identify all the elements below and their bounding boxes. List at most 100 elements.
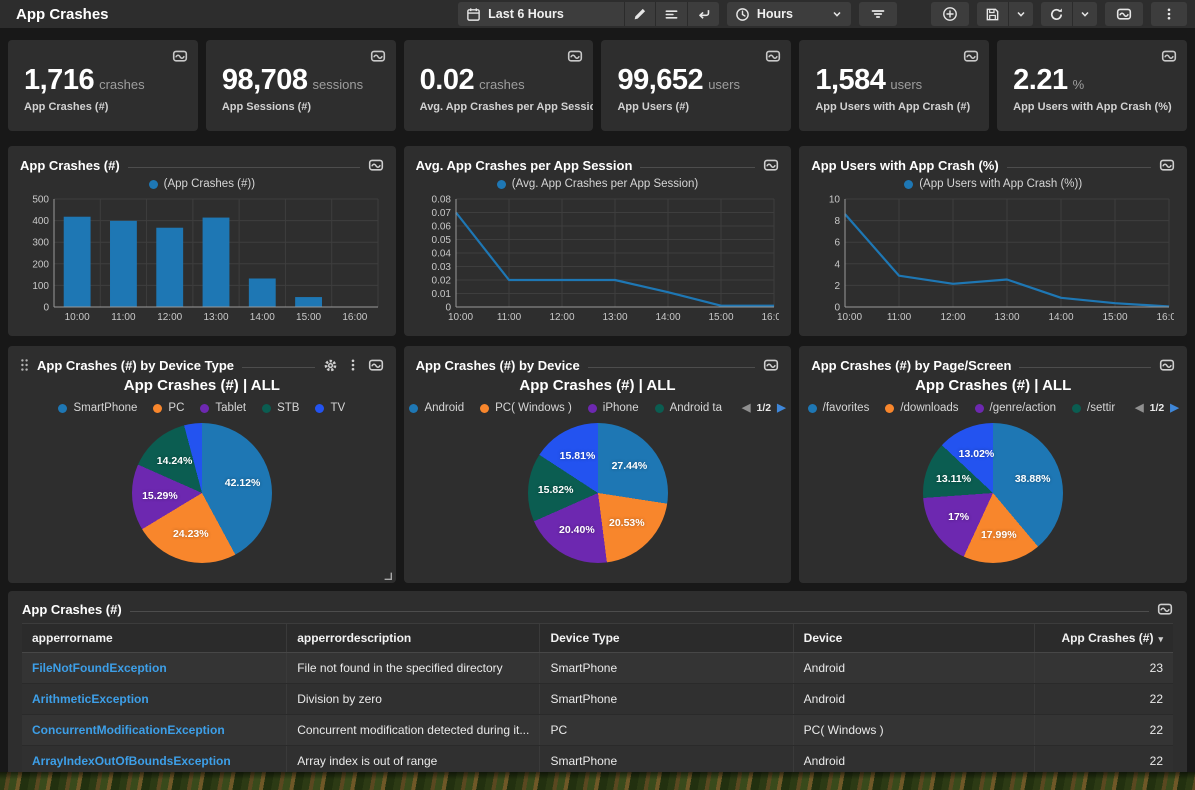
pie-slice-label: 20.53% [609, 517, 645, 529]
svg-text:11:00: 11:00 [887, 312, 912, 323]
open-in-search-icon[interactable] [368, 157, 384, 173]
legend-item[interactable]: (App Users with App Crash (%)) [904, 178, 1082, 190]
refresh-button[interactable] [1041, 2, 1072, 26]
column-header-apperrorname[interactable]: apperrorname [22, 624, 287, 653]
legend-item[interactable]: TV [315, 402, 345, 414]
svg-text:14:00: 14:00 [655, 312, 680, 323]
legend-pager: ◀1/2▶ [1135, 402, 1179, 414]
legend-dot [885, 404, 894, 413]
drag-handle-icon[interactable] [20, 358, 29, 372]
pie-legend: /favorites/downloads/genre/action/settir… [811, 399, 1175, 417]
legend-item[interactable]: Android ta [655, 402, 722, 414]
svg-text:2: 2 [835, 281, 841, 292]
open-in-search-icon[interactable] [963, 48, 979, 64]
sort-desc-icon: ▾ [1158, 634, 1163, 644]
pie-slice-label: 17.99% [981, 529, 1017, 541]
time-range-edit-button[interactable] [625, 2, 655, 26]
pager-prev-arrow[interactable]: ◀ [1135, 403, 1143, 414]
save-options-button[interactable] [1009, 2, 1033, 26]
open-in-search-icon[interactable] [368, 357, 384, 373]
add-panel-button[interactable] [931, 2, 969, 26]
svg-text:15:00: 15:00 [708, 312, 733, 323]
filter-button[interactable] [859, 2, 897, 26]
pie-slice-label: 27.44% [612, 460, 648, 472]
open-in-search-icon[interactable] [1157, 601, 1173, 617]
legend-item[interactable]: /downloads [885, 402, 958, 414]
svg-text:10: 10 [829, 195, 841, 206]
pager-next-arrow[interactable]: ▶ [1170, 403, 1178, 414]
error-name-link[interactable]: FileNotFoundException [22, 653, 287, 684]
legend-item[interactable]: /settir [1072, 402, 1115, 414]
kebab-menu-icon[interactable] [346, 358, 360, 372]
dashboard-canvas: 1,716crashes App Crashes (#) 98,708sessi… [0, 28, 1195, 790]
pie-chart: 38.88%17.99%17%13.11%13.02% [923, 423, 1063, 563]
open-in-search-icon[interactable] [763, 357, 779, 373]
kpi-unit: crashes [479, 77, 525, 92]
granularity-label: Hours [757, 7, 793, 21]
error-name-link[interactable]: ArithmeticException [22, 684, 287, 715]
resize-handle-icon[interactable] [382, 570, 393, 581]
time-range-presets-button[interactable] [656, 2, 687, 26]
pager-prev-arrow[interactable]: ◀ [742, 403, 750, 414]
refresh-options-button[interactable] [1073, 2, 1097, 26]
panel-crash-table: App Crashes (#) apperrornameapperrordesc… [8, 591, 1187, 790]
legend-item[interactable]: /genre/action [975, 402, 1057, 414]
error-name-link[interactable]: ConcurrentModificationException [22, 715, 287, 746]
pager-next-arrow[interactable]: ▶ [777, 403, 785, 414]
legend-item[interactable]: iPhone [588, 402, 639, 414]
legend-label: PC( Windows ) [495, 402, 572, 414]
legend-item[interactable]: SmartPhone [58, 402, 137, 414]
time-range-apply-button[interactable] [688, 2, 719, 26]
kpi-label: App Users with App Crash (#) [815, 101, 973, 113]
svg-text:13:00: 13:00 [602, 312, 627, 323]
title-rule [242, 367, 315, 368]
legend-dot [904, 180, 913, 189]
open-in-search-icon[interactable] [1159, 357, 1175, 373]
svg-text:0.07: 0.07 [431, 208, 451, 219]
column-header-app-crashes[interactable]: App Crashes (#)▾ [1035, 624, 1173, 653]
open-in-search-icon[interactable] [763, 157, 779, 173]
time-range-picker[interactable]: Last 6 Hours [458, 2, 719, 26]
save-button[interactable] [977, 2, 1008, 26]
legend-item[interactable]: STB [262, 402, 299, 414]
panel-users-crash-pct-line: App Users with App Crash (%) (App Users … [799, 146, 1187, 336]
legend-item[interactable]: /favorites [808, 402, 870, 414]
granularity-select[interactable]: Hours [727, 2, 851, 26]
kpi-app-users: 99,652users App Users (#) [601, 40, 791, 131]
more-options-button[interactable] [1151, 2, 1187, 26]
legend-item[interactable]: (Avg. App Crashes per App Session) [497, 178, 698, 190]
column-header-apperrordescription[interactable]: apperrordescription [287, 624, 540, 653]
pie-row: App Crashes (#) by Device Type App Crash… [8, 346, 1187, 583]
legend-label: /genre/action [990, 402, 1057, 414]
open-in-search-icon[interactable] [370, 48, 386, 64]
time-range-value[interactable]: Last 6 Hours [458, 2, 572, 26]
pie-slice-label: 20.40% [559, 524, 595, 536]
export-button[interactable] [1105, 2, 1143, 26]
legend-item[interactable]: PC( Windows ) [480, 402, 572, 414]
legend-label: PC [168, 402, 184, 414]
kpi-unit: % [1073, 77, 1085, 92]
open-in-search-icon[interactable] [1159, 157, 1175, 173]
panel-pie-page-screen: App Crashes (#) by Page/Screen App Crash… [799, 346, 1187, 583]
table-cell: PC( Windows ) [793, 715, 1035, 746]
gear-icon[interactable] [323, 358, 338, 373]
column-header-device-type[interactable]: Device Type [540, 624, 793, 653]
open-in-search-icon[interactable] [1161, 48, 1177, 64]
column-header-device[interactable]: Device [793, 624, 1035, 653]
open-in-search-icon[interactable] [172, 48, 188, 64]
title-rule [130, 611, 1149, 612]
open-in-search-icon[interactable] [765, 48, 781, 64]
panel-title: Avg. App Crashes per App Session [416, 158, 633, 173]
legend-label: /downloads [900, 402, 958, 414]
legend-item[interactable]: PC [153, 402, 184, 414]
legend-item[interactable]: Tablet [200, 402, 246, 414]
pie-slice-label: 42.12% [225, 477, 261, 489]
svg-text:400: 400 [32, 216, 49, 227]
legend-item[interactable]: (App Crashes (#)) [149, 178, 255, 190]
pie-graphic[interactable] [923, 423, 1063, 563]
svg-text:100: 100 [32, 281, 49, 292]
pie-slice-label: 15.81% [560, 450, 596, 462]
legend-item[interactable]: Android [409, 402, 464, 414]
clock-icon [735, 7, 750, 22]
open-in-search-icon[interactable] [567, 48, 583, 64]
